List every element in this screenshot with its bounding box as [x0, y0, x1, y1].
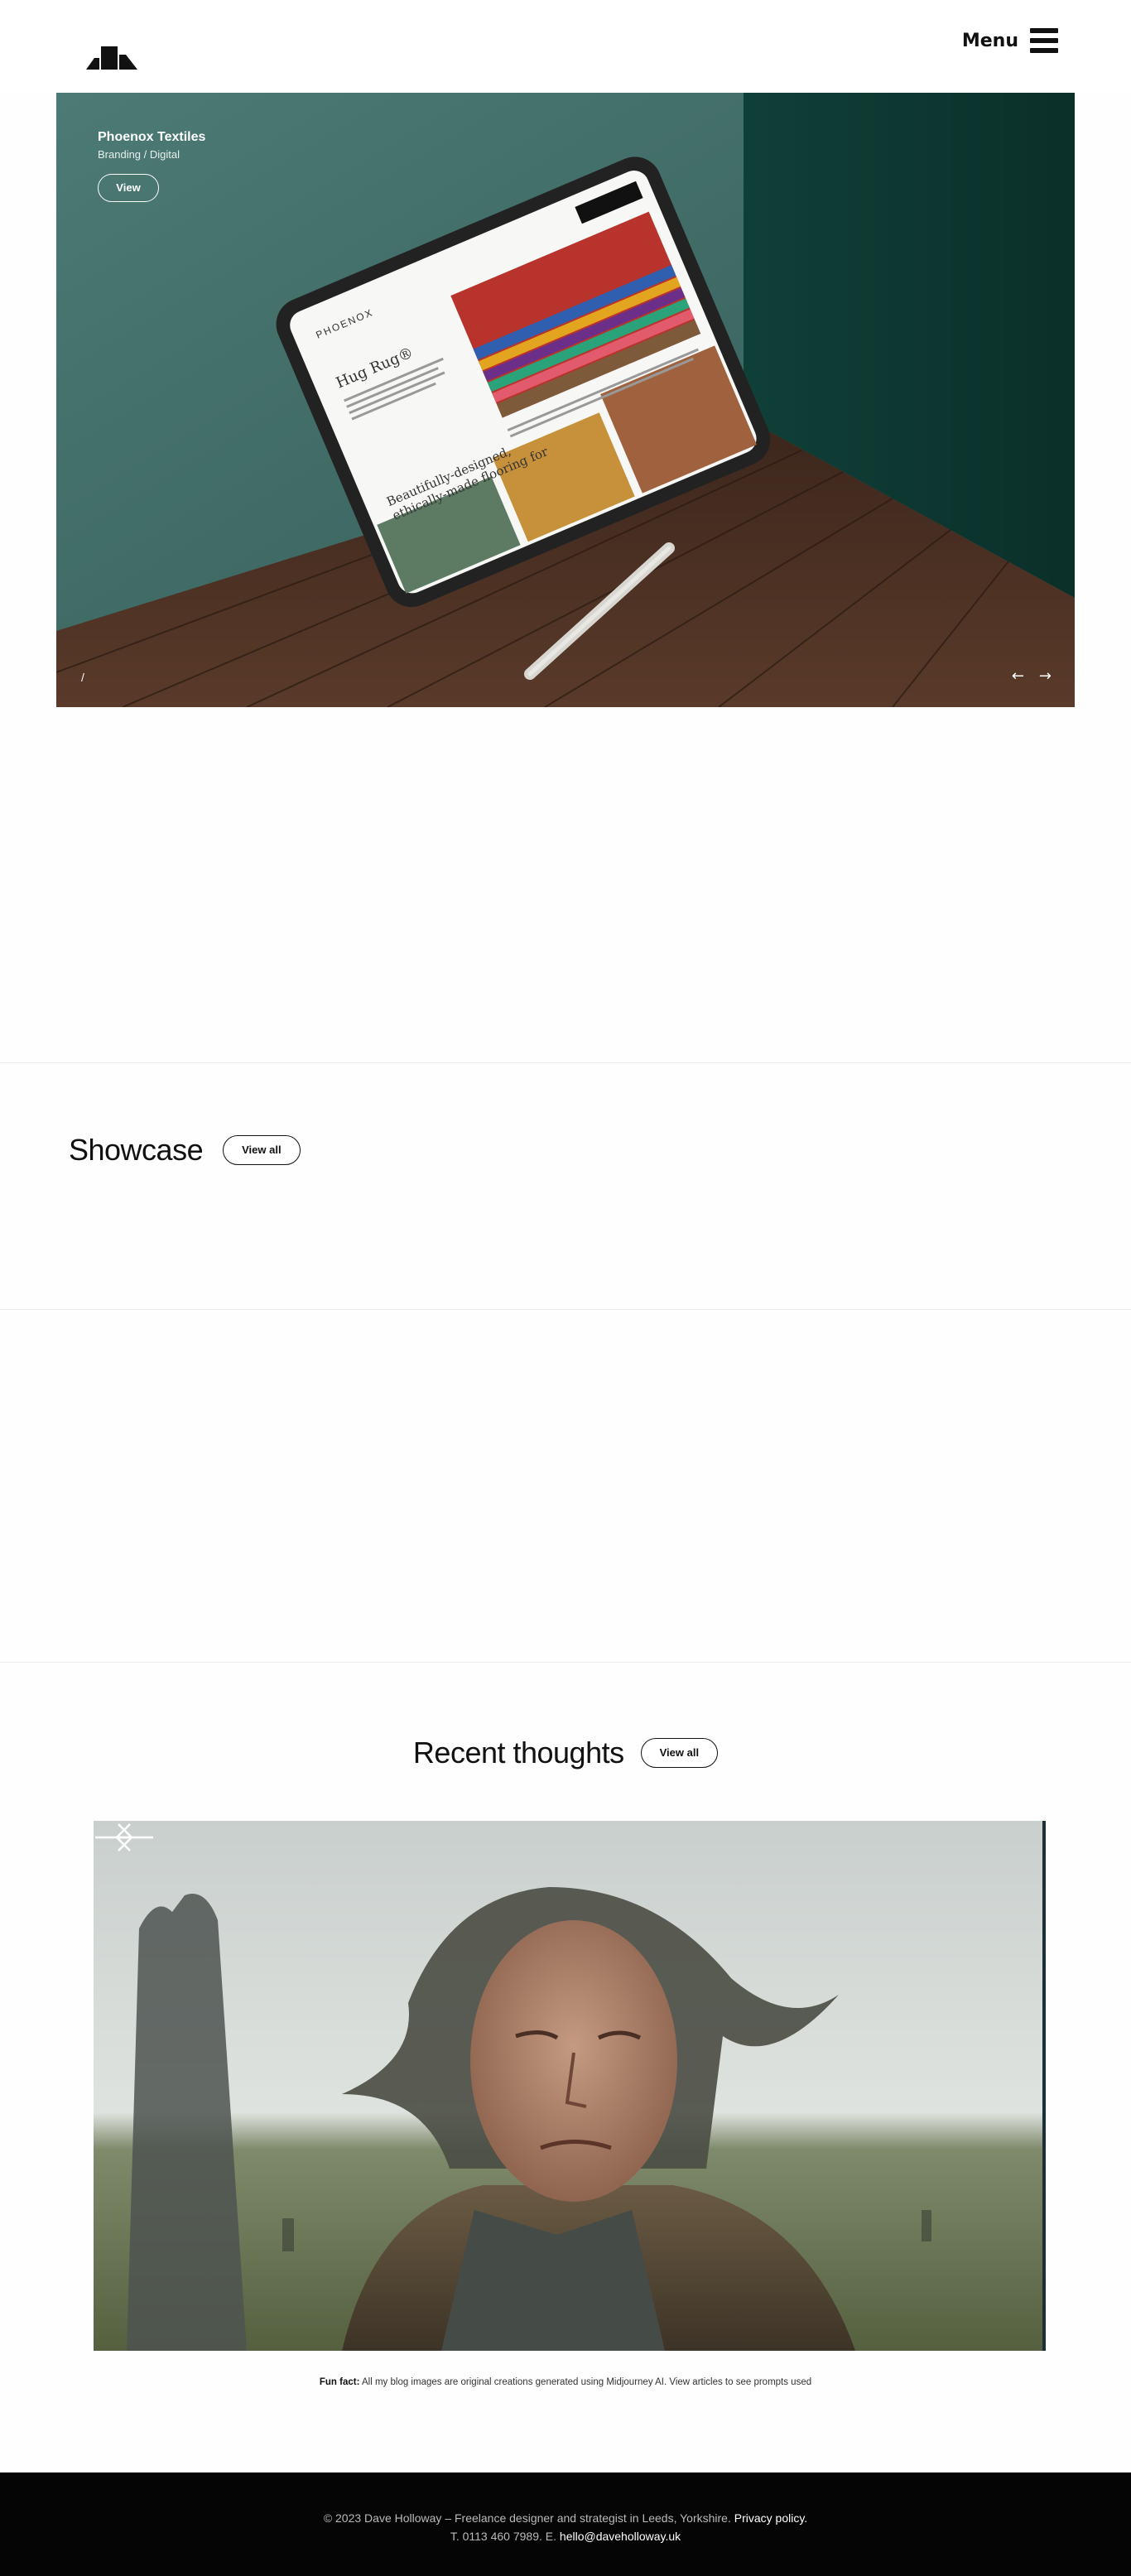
hero-caption: Phoenox Textiles Branding / Digital View [98, 130, 205, 202]
section-divider [0, 1309, 1131, 1310]
showcase-view-all-button[interactable]: View all [223, 1135, 301, 1165]
showcase-header: Showcase View all [69, 1133, 301, 1168]
building-logo-icon[interactable] [86, 46, 137, 70]
fun-fact-label: Fun fact: [319, 2377, 360, 2387]
arrow-right-icon[interactable] [94, 1821, 135, 1854]
footer-contact-line: T. 0113 460 7989. E. hello@daveholloway.… [0, 2530, 1131, 2543]
menu-label[interactable]: Menu [962, 31, 1018, 51]
privacy-policy-link[interactable]: Privacy policy. [734, 2511, 807, 2525]
blog-image[interactable] [94, 1821, 1046, 2351]
hero-image: Hug Rug® Beautifully-designed, ethically… [56, 93, 1075, 707]
hero-project-title[interactable]: Phoenox Textiles [98, 130, 205, 145]
hero-slider: Hug Rug® Beautifully-designed, ethically… [56, 93, 1075, 707]
hero-view-button[interactable]: View [98, 174, 159, 202]
recent-thoughts-header: Recent thoughts View all [0, 1736, 1131, 1770]
footer-copyright-text: © 2023 Dave Holloway – Freelance designe… [323, 2511, 734, 2525]
footer-copyright-line: © 2023 Dave Holloway – Freelance designe… [0, 2511, 1131, 2525]
slide-counter: / [81, 671, 84, 684]
hero-slider-controls: ← → [1012, 669, 1052, 684]
hero-project-subtitle: Branding / Digital [98, 148, 180, 161]
recent-thoughts-title: Recent thoughts [412, 1736, 624, 1769]
fun-fact-note: Fun fact: All my blog images are origina… [0, 2377, 1131, 2387]
recent-thoughts-view-all-button[interactable]: View all [640, 1738, 719, 1768]
section-divider [0, 1062, 1131, 1063]
fun-fact-text: All my blog images are original creation… [359, 2377, 812, 2387]
footer-phone-text: T. 0113 460 7989. E. [450, 2530, 560, 2543]
arrow-left-icon[interactable]: ← [1012, 669, 1024, 684]
showcase-title: Showcase [69, 1133, 204, 1167]
blog-image-slider [94, 1821, 1046, 2351]
hamburger-icon[interactable] [1030, 28, 1058, 53]
site-header: Menu [0, 0, 1131, 93]
section-divider [0, 1662, 1131, 1663]
email-link[interactable]: hello@daveholloway.uk [560, 2530, 681, 2543]
arrow-right-icon[interactable]: → [1039, 669, 1052, 684]
site-footer: © 2023 Dave Holloway – Freelance designe… [0, 2472, 1131, 2576]
menu-button[interactable]: Menu [962, 28, 1058, 53]
